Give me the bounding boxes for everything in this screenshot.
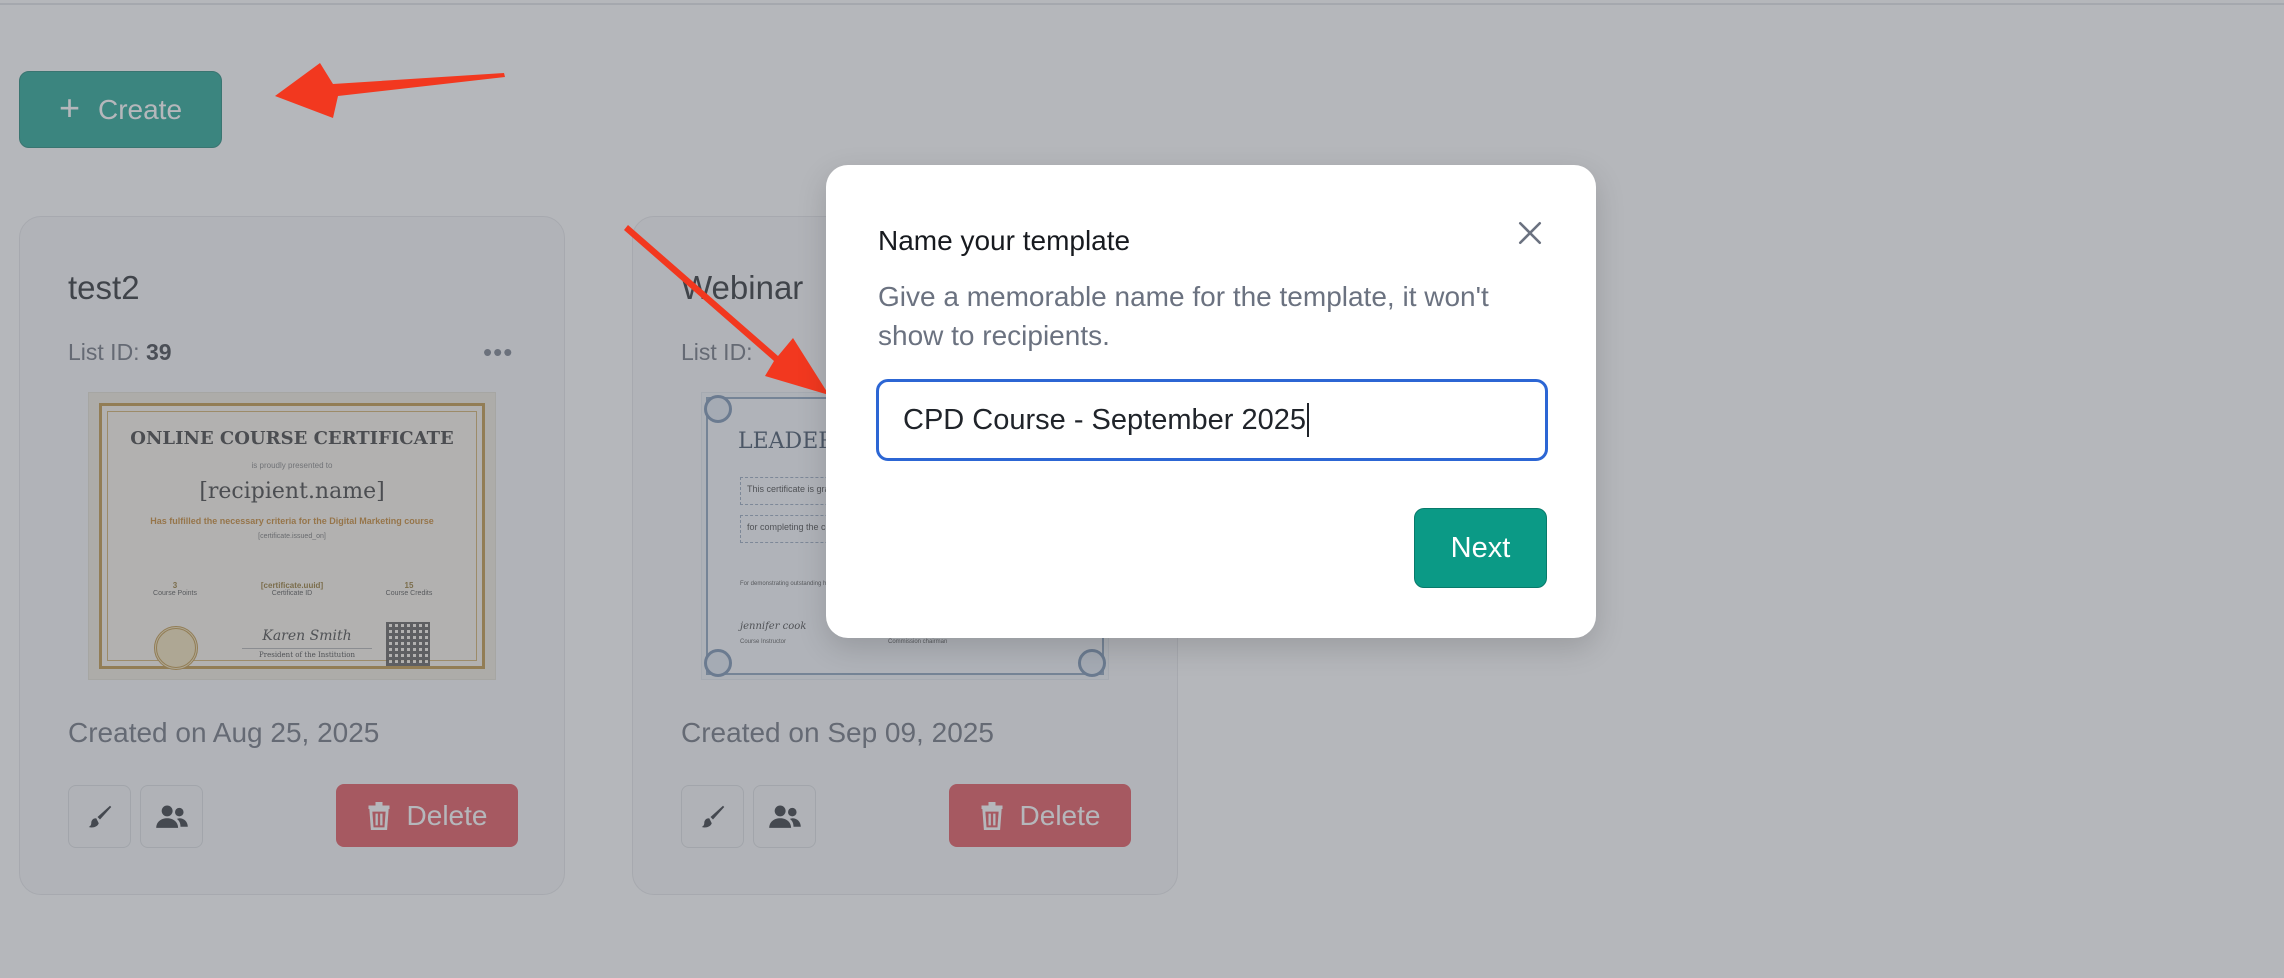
- next-button[interactable]: Next: [1414, 508, 1547, 588]
- name-template-dialog: Name your template Give a memorable name…: [826, 165, 1596, 638]
- text-caret: [1306, 403, 1309, 437]
- close-icon[interactable]: [1510, 213, 1550, 253]
- dialog-title: Name your template: [878, 225, 1131, 256]
- template-name-input[interactable]: CPD Course - September 2025: [876, 379, 1548, 461]
- dialog-description: Give a memorable name for the template, …: [878, 281, 1489, 351]
- template-name-value: CPD Course - September 2025: [903, 403, 1306, 436]
- page: + Create test2 List ID: 39 ••• ONLINE CO…: [0, 0, 2284, 978]
